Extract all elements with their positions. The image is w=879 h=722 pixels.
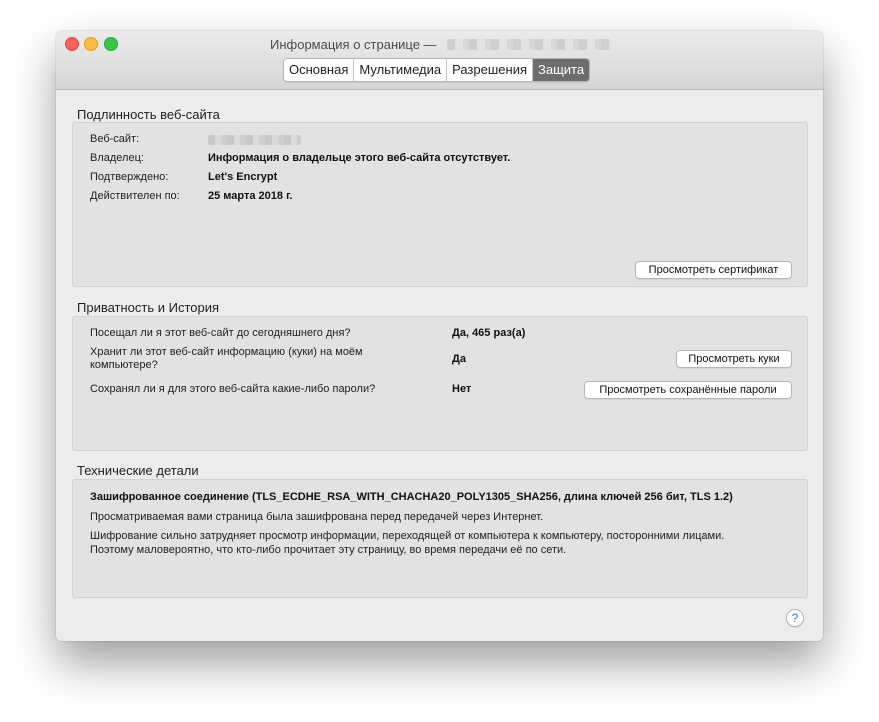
tab-permissions[interactable]: Разрешения xyxy=(447,59,533,81)
expires-value: 25 марта 2018 г. xyxy=(208,190,293,202)
owner-label: Владелец: xyxy=(90,152,144,164)
privacy-panel: Посещал ли я этот веб-сайт до сегодняшне… xyxy=(72,316,808,451)
technical-heading: Технические детали xyxy=(77,463,199,478)
owner-value: Информация о владельце этого веб-сайта о… xyxy=(208,152,511,164)
website-label: Веб-сайт: xyxy=(90,133,140,145)
cookies-question-line2: компьютере? xyxy=(90,359,158,371)
verified-by-value: Let's Encrypt xyxy=(208,171,278,183)
connection-summary: Зашифрованное соединение (TLS_ECDHE_RSA_… xyxy=(90,491,733,503)
encryption-note: Просматриваемая вами страница была зашиф… xyxy=(90,511,544,523)
tab-bar: Основная Мультимедиа Разрешения Защита xyxy=(283,58,591,82)
redacted-website-value xyxy=(208,135,301,145)
cookies-question: Хранит ли этот веб-сайт информацию (куки… xyxy=(90,346,363,358)
view-cookies-button[interactable]: Просмотреть куки xyxy=(676,350,792,368)
cookies-answer: Да xyxy=(452,353,466,365)
help-button[interactable]: ? xyxy=(786,609,804,627)
close-window-button[interactable] xyxy=(65,37,79,51)
tab-media[interactable]: Мультимедиа xyxy=(354,59,448,81)
identity-heading: Подлинность веб-сайта xyxy=(77,107,220,122)
visited-question: Посещал ли я этот веб-сайт до сегодняшне… xyxy=(90,327,351,339)
visited-answer: Да, 465 раз(а) xyxy=(452,327,526,339)
encryption-explanation-line1: Шифрование сильно затрудняет просмотр ин… xyxy=(90,530,725,542)
window-title: Информация о странице — xyxy=(270,37,437,52)
technical-panel: Зашифрованное соединение (TLS_ECDHE_RSA_… xyxy=(72,479,808,598)
passwords-answer: Нет xyxy=(452,383,472,395)
tab-security[interactable]: Защита xyxy=(533,59,590,81)
passwords-question: Сохранял ли я для этого веб-сайта какие-… xyxy=(90,383,376,395)
encryption-explanation-line2: Поэтому маловероятно, что кто-либо прочи… xyxy=(90,544,567,556)
view-certificate-button[interactable]: Просмотреть сертификат xyxy=(635,261,792,279)
verified-by-label: Подтверждено: xyxy=(90,171,169,183)
tab-general[interactable]: Основная xyxy=(284,59,355,81)
title-bar: Информация о странице — Основная Мультим… xyxy=(56,31,823,90)
identity-panel: Веб-сайт: Владелец: Информация о владель… xyxy=(72,122,808,287)
page-info-window: Информация о странице — Основная Мультим… xyxy=(56,31,823,641)
view-saved-passwords-button[interactable]: Просмотреть сохранённые пароли xyxy=(584,381,792,399)
redacted-site-name xyxy=(447,39,611,50)
zoom-window-button[interactable] xyxy=(104,37,118,51)
expires-label: Действителен по: xyxy=(90,190,180,202)
privacy-heading: Приватность и История xyxy=(77,300,220,315)
minimize-window-button[interactable] xyxy=(84,37,98,51)
